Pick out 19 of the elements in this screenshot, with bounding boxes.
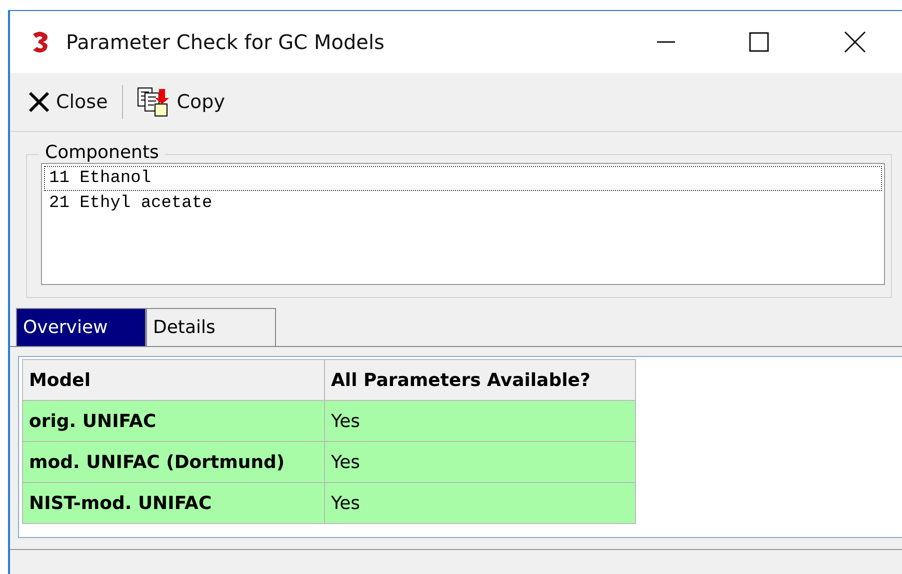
list-item[interactable]: 11 Ethanol <box>44 166 882 191</box>
copy-icon <box>136 87 171 117</box>
components-list[interactable]: 11 Ethanol 21 Ethyl acetate <box>41 163 885 285</box>
close-icon <box>28 91 50 113</box>
table-cell: Yes <box>324 400 636 442</box>
table-cell: Yes <box>324 442 636 482</box>
tab[interactable]: Overview <box>16 308 146 346</box>
table-cell: mod. UNIFAC (Dortmund) <box>22 442 324 482</box>
column-header[interactable]: All Parameters Available? <box>324 360 636 400</box>
table-cell: NIST-mod. UNIFAC <box>22 482 324 524</box>
group-title: Components <box>39 142 165 163</box>
table-cell: orig. UNIFAC <box>22 400 324 442</box>
column-header[interactable]: Model <box>22 360 324 400</box>
window-title: Parameter Check for GC Models <box>66 30 384 54</box>
copy-button[interactable]: Copy <box>132 83 229 121</box>
close-button[interactable]: Close <box>24 87 112 117</box>
tab[interactable]: Details <box>146 308 276 346</box>
list-item[interactable]: 21 Ethyl acetate <box>44 191 882 216</box>
table-cell: Yes <box>324 482 636 524</box>
